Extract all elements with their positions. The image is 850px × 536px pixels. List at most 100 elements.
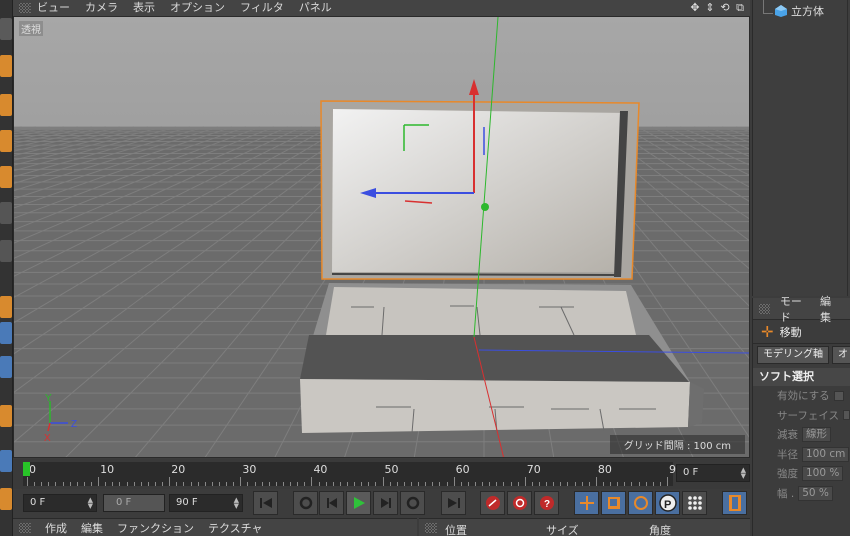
timeline-window-button[interactable] (722, 491, 747, 515)
falloff-select[interactable]: 線形 (802, 427, 831, 443)
tool-icon-7[interactable] (0, 240, 12, 262)
grip-icon[interactable] (425, 523, 437, 533)
tool-icon-11[interactable] (0, 405, 12, 427)
enable-checkbox[interactable] (833, 390, 844, 401)
goto-end-button[interactable] (441, 491, 466, 515)
attribute-manager: モード 編集 ✛ 移動 モデリング軸 オ ソフト選択 有効にする サーフェイス … (752, 295, 850, 536)
autokey-button[interactable] (507, 491, 532, 515)
size-header: サイズ (546, 524, 579, 536)
tool-icon-5[interactable] (0, 166, 12, 188)
prop-label: サーフェイス (777, 409, 840, 422)
next-key-button[interactable] (400, 491, 425, 515)
key-rotation-button[interactable] (628, 491, 653, 515)
tool-icon-12[interactable] (0, 450, 12, 472)
timeline-tick (197, 482, 199, 486)
tool-icon-4[interactable] (0, 130, 12, 152)
timeline-tick (339, 482, 341, 486)
surface-checkbox[interactable] (843, 410, 850, 421)
spinner-icon[interactable]: ▲ ▼ (741, 467, 746, 480)
tool-icon-2[interactable] (0, 55, 12, 77)
timeline-tick-label: 70 (526, 463, 541, 476)
grip-icon[interactable] (759, 303, 770, 314)
current-frame-value: 0 F (683, 467, 699, 478)
timeline-tick (574, 482, 576, 486)
menu-function[interactable]: ファンクション (117, 520, 194, 536)
dolly-view-icon[interactable]: ⇕ (704, 1, 716, 14)
timeline: 0102030405060708090 0 F ▲▼ (13, 459, 750, 489)
timeline-tick (553, 482, 555, 486)
menu-mode[interactable]: モード (780, 293, 810, 325)
tool-icon-13[interactable] (0, 488, 12, 510)
timeline-tick (510, 482, 512, 486)
timeline-tick (155, 482, 156, 486)
timeline-tick (546, 482, 548, 486)
timeline-tick (190, 482, 192, 486)
object-row-cube[interactable]: 立方体 (775, 3, 824, 19)
key-parameter-button[interactable]: P (655, 491, 680, 515)
rotate-view-icon[interactable]: ⟲ (719, 1, 731, 14)
tree-line (763, 0, 764, 14)
menu-panel[interactable]: パネル (299, 0, 332, 16)
soft-selection-header[interactable]: ソフト選択 (753, 368, 850, 386)
key-position-button[interactable] (574, 491, 599, 515)
record-active-button[interactable] (480, 491, 505, 515)
timeline-tick (375, 482, 377, 486)
column-divider (847, 0, 848, 296)
spinner-icon[interactable]: ▲ ▼ (88, 497, 93, 510)
menu-options[interactable]: オプション (170, 0, 225, 16)
view-mode-label: 透視 (19, 21, 43, 36)
current-frame-field[interactable]: 0 F ▲ ▼ (676, 464, 750, 482)
start-frame-field[interactable]: 0 F ▲ ▼ (23, 494, 97, 512)
keyframe-selection-button[interactable]: ? (534, 491, 559, 515)
timeline-playhead[interactable] (23, 462, 30, 476)
menu-view[interactable]: ビュー (37, 0, 70, 16)
viewport-nav-icons: ✥ ⇕ ⟲ ⧉ (689, 1, 746, 14)
tool-icon-6[interactable] (0, 202, 12, 224)
3d-viewport[interactable]: Y Z X 透視 グリッド間隔 : 100 cm (13, 16, 750, 458)
menu-edit-material[interactable]: 編集 (81, 520, 103, 536)
end-frame-field[interactable]: 90 F ▲ ▼ (169, 494, 243, 512)
timeline-tick-label: 0 (29, 463, 36, 476)
width-field[interactable]: 50 % (798, 485, 833, 501)
menu-texture[interactable]: テクスチャ (208, 520, 263, 536)
object-axis-tab[interactable]: オ (832, 346, 850, 364)
object-name[interactable]: 立方体 (791, 3, 824, 19)
menu-create[interactable]: 作成 (45, 520, 67, 536)
key-scale-button[interactable] (601, 491, 626, 515)
prop-enable: 有効にする (753, 386, 850, 406)
next-frame-button[interactable] (373, 491, 398, 515)
timeline-tick (496, 482, 498, 486)
material-manager-menubar: 作成 編集 ファンクション テクスチャ (13, 518, 417, 536)
menu-display[interactable]: 表示 (133, 0, 155, 16)
timeline-tick (517, 482, 519, 486)
strength-field[interactable]: 100 % (802, 466, 844, 482)
play-button[interactable] (346, 491, 371, 515)
goto-start-icon (259, 498, 272, 508)
menu-edit[interactable]: 編集 (820, 293, 840, 325)
tool-icon-3[interactable] (0, 94, 12, 116)
maximize-view-icon[interactable]: ⧉ (734, 1, 746, 14)
preview-range-slider[interactable]: 0 F (103, 494, 165, 512)
goto-start-button[interactable] (253, 491, 278, 515)
menu-camera[interactable]: カメラ (85, 0, 118, 16)
modeling-axis-tab[interactable]: モデリング軸 (757, 346, 829, 364)
spinner-icon[interactable]: ▲ ▼ (234, 497, 239, 510)
tool-icon-8[interactable] (0, 296, 12, 318)
help-key-icon: ? (539, 496, 554, 510)
grip-icon[interactable] (19, 522, 31, 533)
axis-x-label: X (44, 433, 51, 444)
prev-key-button[interactable] (293, 491, 318, 515)
move-view-icon[interactable]: ✥ (689, 1, 701, 14)
grip-icon[interactable] (19, 3, 31, 13)
prev-frame-button[interactable] (319, 491, 344, 515)
tool-icon-9[interactable] (0, 322, 12, 344)
box-base (300, 283, 704, 434)
tool-icon-10[interactable] (0, 356, 12, 378)
timeline-tick (254, 482, 256, 486)
timeline-tick (247, 482, 249, 486)
prop-label: 幅 . (777, 487, 795, 500)
key-pla-button[interactable] (682, 491, 707, 515)
radius-field[interactable]: 100 cm (802, 446, 850, 462)
tool-icon-1[interactable] (0, 18, 12, 40)
menu-filter[interactable]: フィルタ (240, 0, 284, 16)
